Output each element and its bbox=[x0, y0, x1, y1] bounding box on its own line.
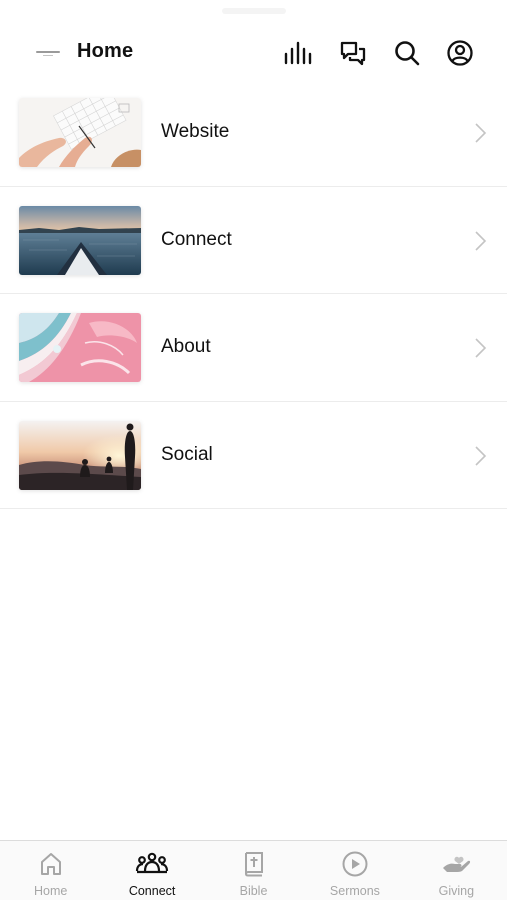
list-item-label: Connect bbox=[161, 228, 232, 250]
giving-hand-icon bbox=[441, 850, 471, 878]
status-bar bbox=[0, 0, 507, 26]
tab-connect[interactable]: Connect bbox=[101, 841, 202, 900]
list-item-label: Social bbox=[161, 443, 213, 465]
menu-list: Website Connect About Social bbox=[0, 79, 507, 509]
tab-bible[interactable]: Bible bbox=[203, 841, 304, 900]
hands-typing-on-keyboard-photo bbox=[19, 98, 141, 167]
search-icon[interactable] bbox=[391, 38, 423, 68]
list-item-label: Website bbox=[161, 121, 230, 142]
home-icon bbox=[38, 850, 64, 878]
chevron-right-icon bbox=[475, 230, 487, 251]
tab-sermons[interactable]: Sermons bbox=[304, 841, 405, 900]
tab-label: Home bbox=[34, 884, 68, 898]
chevron-right-icon bbox=[475, 445, 487, 466]
people-on-hill-at-sunset-photo bbox=[19, 420, 141, 490]
page-title: Home bbox=[77, 40, 134, 62]
tab-label: Sermons bbox=[329, 884, 380, 898]
list-item-connect[interactable]: Connect bbox=[0, 187, 507, 294]
tab-home[interactable]: Home bbox=[0, 841, 101, 900]
list-item-about[interactable]: About bbox=[0, 294, 507, 402]
audio-bars-icon[interactable] bbox=[282, 38, 314, 68]
church-logo bbox=[34, 48, 62, 58]
people-group-icon bbox=[135, 850, 169, 878]
play-circle-icon bbox=[341, 850, 369, 878]
tab-label: Bible bbox=[239, 884, 268, 898]
bible-icon bbox=[242, 850, 266, 878]
chevron-right-icon bbox=[475, 123, 487, 143]
chevron-right-icon bbox=[475, 338, 487, 358]
chat-bubbles-icon[interactable] bbox=[337, 38, 369, 68]
tab-label: Giving bbox=[438, 884, 475, 898]
account-icon[interactable] bbox=[444, 38, 476, 68]
kayak-on-lake-sunset-photo bbox=[19, 205, 141, 275]
tab-giving[interactable]: Giving bbox=[406, 841, 507, 900]
app-header: Home bbox=[0, 26, 507, 84]
list-item-website[interactable]: Website bbox=[0, 79, 507, 187]
pink-marble-abstract-photo bbox=[19, 313, 141, 382]
status-notch bbox=[222, 8, 286, 14]
list-item-label: About bbox=[161, 336, 211, 357]
tab-label: Connect bbox=[128, 884, 176, 898]
bottom-tab-bar: Home Connect Bible Sermons Giving bbox=[0, 840, 507, 900]
list-item-social[interactable]: Social bbox=[0, 402, 507, 509]
